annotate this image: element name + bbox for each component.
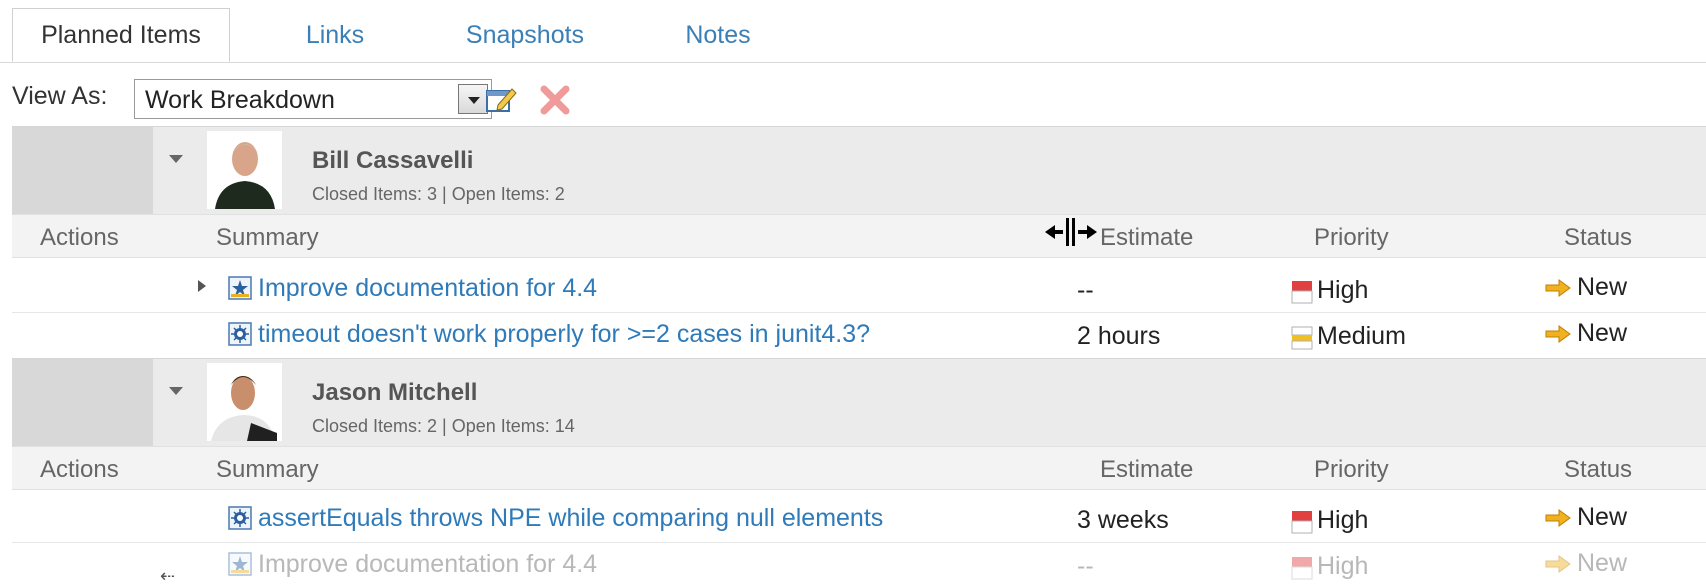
- item-summary-link[interactable]: Improve documentation for 4.4: [258, 550, 597, 579]
- collapse-caret-icon[interactable]: [169, 387, 183, 395]
- delete-view-icon[interactable]: [538, 83, 572, 117]
- col-estimate[interactable]: Estimate: [1100, 456, 1193, 484]
- item-summary-link[interactable]: Improve documentation for 4.4: [258, 274, 597, 303]
- story-icon: [228, 276, 252, 300]
- collapse-caret-icon[interactable]: [169, 155, 183, 163]
- item-status: New: [1577, 273, 1628, 301]
- group-header-jason: Jason Mitchell Closed Items: 2 | Open It…: [12, 358, 1706, 446]
- status-arrow-icon: [1545, 555, 1571, 573]
- defect-icon: [228, 322, 252, 346]
- col-priority[interactable]: Priority: [1314, 456, 1389, 484]
- status-arrow-icon: [1545, 509, 1571, 527]
- defect-icon: [228, 506, 252, 530]
- item-priority: High: [1317, 506, 1369, 534]
- column-resize-cursor-icon: [1045, 218, 1097, 246]
- item-summary-link[interactable]: timeout doesn't work properly for >=2 ca…: [258, 320, 870, 349]
- view-as-select[interactable]: Work Breakdown: [134, 79, 492, 119]
- col-summary[interactable]: Summary: [216, 456, 319, 484]
- priority-medium-icon: [1291, 326, 1313, 350]
- item-status: New: [1577, 503, 1628, 531]
- item-estimate: --: [1077, 276, 1094, 304]
- view-as-value: Work Breakdown: [145, 86, 335, 114]
- col-estimate[interactable]: Estimate: [1100, 224, 1193, 252]
- col-priority[interactable]: Priority: [1314, 224, 1389, 252]
- avatar: [207, 363, 282, 441]
- tab-snapshots[interactable]: Snapshots: [455, 8, 595, 62]
- group-left-block: [12, 359, 153, 446]
- priority-high-icon: [1291, 511, 1313, 534]
- person-name: Bill Cassavelli: [312, 147, 474, 174]
- expand-row-icon[interactable]: [198, 280, 206, 292]
- view-as-label: View As:: [12, 82, 108, 110]
- column-header-row: Actions Summary Estimate Priority Status: [12, 214, 1706, 258]
- story-icon: [228, 552, 252, 576]
- status-arrow-icon: [1545, 279, 1571, 297]
- tab-planned-items[interactable]: Planned Items: [12, 8, 230, 62]
- col-summary[interactable]: Summary: [216, 224, 319, 252]
- edit-view-icon[interactable]: [484, 83, 518, 117]
- item-priority: Medium: [1317, 322, 1406, 350]
- group-left-block: [12, 127, 153, 214]
- person-name: Jason Mitchell: [312, 379, 478, 406]
- item-estimate: 3 weeks: [1077, 506, 1169, 534]
- tab-links[interactable]: Links: [290, 8, 380, 62]
- avatar: [207, 131, 282, 209]
- table-row[interactable]: Improve documentation for 4.4 -- High Ne…: [12, 266, 1706, 313]
- col-actions: Actions: [40, 456, 119, 483]
- tab-notes[interactable]: Notes: [672, 8, 764, 62]
- column-header-row: Actions Summary Estimate Priority Status: [12, 446, 1706, 490]
- priority-high-icon: [1291, 281, 1313, 304]
- person-stats: Closed Items: 2 | Open Items: 14: [312, 416, 575, 436]
- status-arrow-icon: [1545, 325, 1571, 343]
- group-header-bill: Bill Cassavelli Closed Items: 3 | Open I…: [12, 126, 1706, 214]
- item-priority: High: [1317, 552, 1369, 580]
- item-status: New: [1577, 319, 1628, 347]
- item-estimate: --: [1077, 552, 1094, 580]
- col-actions: Actions: [40, 224, 119, 251]
- item-priority: High: [1317, 276, 1369, 304]
- table-row[interactable]: timeout doesn't work properly for >=2 ca…: [12, 312, 1706, 359]
- person-stats: Closed Items: 3 | Open Items: 2: [312, 184, 565, 204]
- item-estimate: 2 hours: [1077, 322, 1161, 350]
- table-row[interactable]: assertEquals throws NPE while comparing …: [12, 496, 1706, 543]
- item-summary-link[interactable]: assertEquals throws NPE while comparing …: [258, 504, 883, 533]
- col-status[interactable]: Status: [1564, 456, 1632, 484]
- dragged-row[interactable]: Improve documentation for 4.4 -- High Ne…: [12, 542, 1706, 588]
- tab-bar: Planned Items Links Snapshots Notes: [0, 0, 1706, 63]
- col-status[interactable]: Status: [1564, 224, 1632, 252]
- priority-high-icon: [1291, 557, 1313, 580]
- item-status: New: [1577, 549, 1628, 577]
